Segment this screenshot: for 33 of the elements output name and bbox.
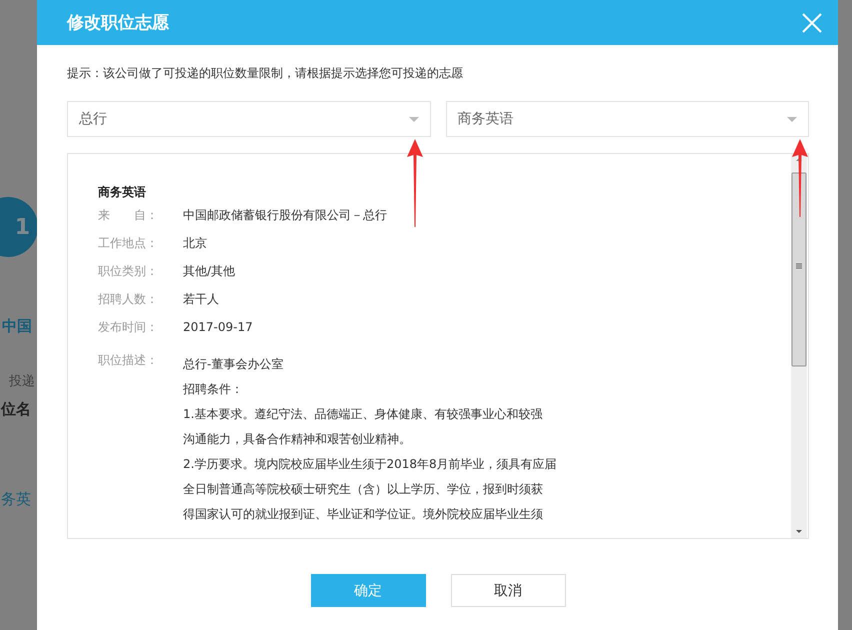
field-value: 中国邮政储蓄银行股份有限公司－总行: [183, 206, 387, 224]
description-line: 1.基本要求。遵纪守法、品德端正、身体健康、有较强事业心和较强: [183, 406, 544, 423]
description-line: 得国家认可的就业报到证、毕业证和学位证。境外院校应届毕业生须: [183, 506, 544, 523]
close-icon[interactable]: [801, 12, 823, 34]
hint-text: 提示：该公司做了可投递的职位数量限制，请根据提示选择您可投递的志愿: [67, 65, 464, 82]
description-line: 沟通能力，具备合作精神和艰苦创业精神。: [183, 431, 412, 448]
caret-icon: [408, 116, 418, 122]
background-text: 位名: [1, 400, 31, 419]
field-value: 若干人: [183, 290, 219, 308]
description-line: 2.学历要求。境内院校应届毕业生须于2018年8月前毕业，须具有应届: [183, 456, 557, 473]
dialog-title: 修改职位志愿: [67, 12, 169, 34]
dropdown[interactable]: 商务英语: [446, 101, 809, 137]
background-text: 投递: [9, 373, 35, 390]
field-value: 北京: [183, 234, 207, 252]
job-title: 商务英语: [98, 184, 147, 201]
field-label: 工作地点：: [98, 234, 159, 252]
field-value: 其他/其他: [183, 262, 236, 280]
background-text: 中国: [2, 317, 32, 336]
dropdown[interactable]: 总行: [67, 101, 430, 137]
field-label: 招聘人数：: [98, 290, 159, 308]
field-label: 来 自：: [98, 206, 159, 224]
description-line: 全日制普通高等院校硕士研究生（含）以上学历、学位，报到时须获: [183, 481, 544, 498]
description-line: 招聘条件：: [183, 381, 244, 398]
description-line: 总行-董事会办公室: [183, 356, 284, 373]
cancel-button[interactable]: 取消: [450, 574, 566, 607]
field-label: 职位类别：: [98, 262, 159, 280]
caret-icon: [787, 116, 797, 122]
field-label: 发布时间：: [98, 318, 159, 336]
field-label: 职位描述：: [98, 352, 159, 369]
step-number: 1: [0, 197, 38, 257]
scrollbar[interactable]: [791, 154, 807, 538]
field-value: 2017-09-17: [183, 320, 253, 334]
background-text: 务英: [1, 490, 31, 509]
